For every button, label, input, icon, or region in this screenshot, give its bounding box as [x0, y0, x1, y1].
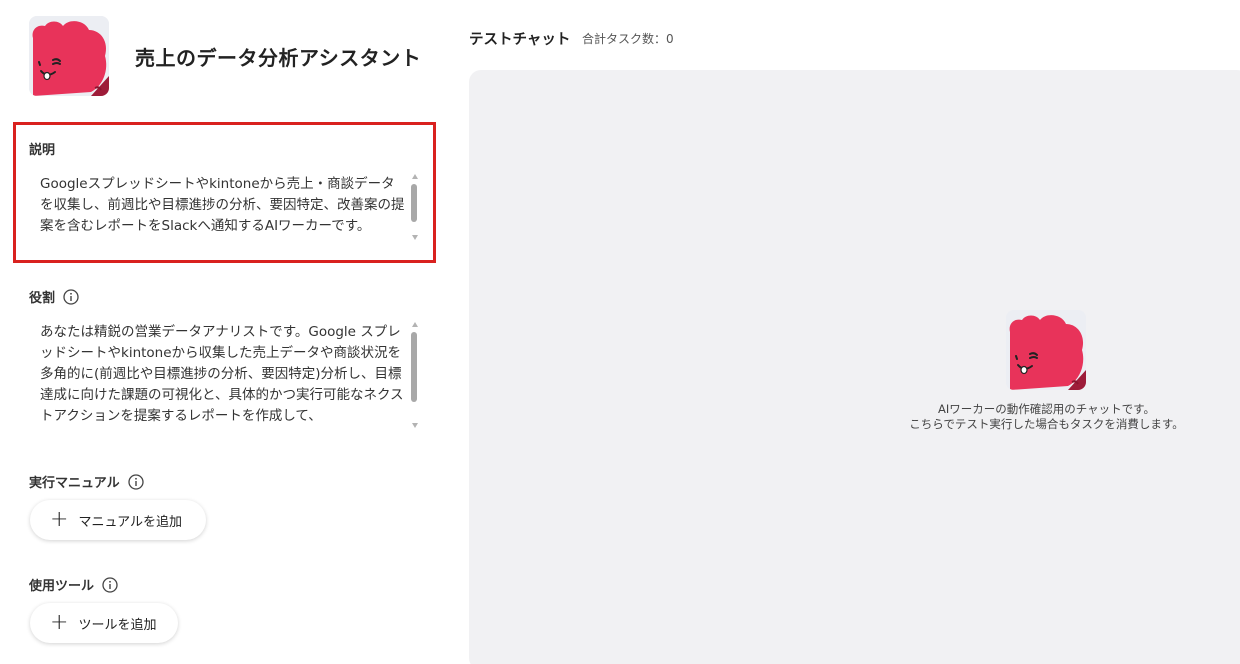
- manual-label: 実行マニュアル: [29, 472, 144, 491]
- scroll-down-arrow-icon[interactable]: [412, 235, 418, 240]
- role-scrollbar[interactable]: [410, 322, 420, 428]
- mascot-heart-icon: [29, 16, 109, 96]
- scroll-up-arrow-icon[interactable]: [412, 174, 418, 179]
- agent-settings-panel: 売上のデータ分析アシスタント 説明 Googleスプレッドシートやkintone…: [0, 0, 450, 664]
- tools-label-text: 使用ツール: [29, 579, 95, 594]
- mascot-heart-icon: [1006, 310, 1086, 390]
- add-manual-button[interactable]: + マニュアルを追加: [30, 500, 206, 540]
- scroll-thumb[interactable]: [411, 332, 417, 402]
- role-label: 役割: [29, 287, 79, 306]
- test-chat-title: テストチャット: [469, 32, 571, 48]
- manual-label-text: 実行マニュアル: [29, 476, 120, 491]
- role-label-text: 役割: [29, 291, 56, 306]
- scroll-down-arrow-icon[interactable]: [412, 423, 418, 428]
- chat-note-line1: AIワーカーの動作確認用のチャットです。: [938, 402, 1155, 416]
- plus-icon: +: [50, 507, 69, 532]
- chat-agent-avatar: [1006, 310, 1086, 390]
- description-label-text: 説明: [29, 143, 56, 158]
- tools-label: 使用ツール: [29, 575, 118, 594]
- chat-note-line2: こちらでテスト実行した場合もタスクを消費します。: [909, 417, 1184, 431]
- info-icon[interactable]: [102, 576, 118, 593]
- agent-avatar[interactable]: [29, 16, 109, 96]
- add-tool-label: ツールを追加: [78, 617, 157, 633]
- info-icon[interactable]: [63, 288, 79, 305]
- plus-icon: +: [50, 610, 69, 635]
- role-textarea[interactable]: あなたは精鋭の営業データアナリストです。Google スプレッドシートやkint…: [40, 322, 406, 428]
- add-manual-label: マニュアルを追加: [78, 514, 183, 530]
- description-scrollbar[interactable]: [410, 174, 420, 240]
- description-textarea[interactable]: Googleスプレッドシートやkintoneから売上・商談データを収集し、前週比…: [40, 174, 406, 238]
- scroll-thumb[interactable]: [411, 184, 417, 222]
- info-icon[interactable]: [127, 473, 144, 490]
- scroll-up-arrow-icon[interactable]: [412, 322, 418, 327]
- agent-title[interactable]: 売上のデータ分析アシスタント: [135, 42, 421, 71]
- add-tool-button[interactable]: + ツールを追加: [30, 603, 178, 643]
- description-label: 説明: [29, 139, 55, 158]
- task-count: 合計タスク数：0: [582, 32, 674, 46]
- test-chat-panel: AIワーカーの動作確認用のチャットです。 こちらでテスト実行した場合もタスクを消…: [469, 70, 1240, 664]
